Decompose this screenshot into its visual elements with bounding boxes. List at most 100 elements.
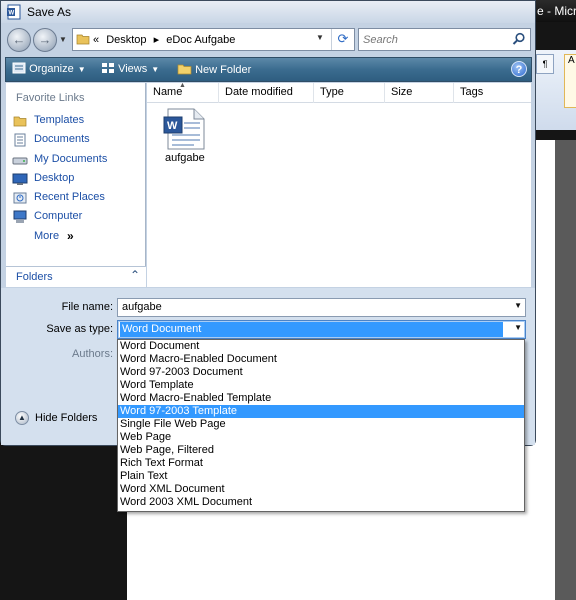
views-dropdown-icon: ▼	[151, 65, 160, 74]
background-gutter	[555, 140, 576, 600]
views-label: Views	[118, 63, 148, 75]
column-header-label: Size	[391, 86, 413, 98]
option-word-2003-xml-document[interactable]: Word 2003 XML Document	[118, 496, 524, 509]
option-single-file-web-page[interactable]: Single File Web Page	[118, 418, 524, 431]
sidebar-item-label: Desktop	[34, 172, 75, 184]
background-window-title: e - Micro	[537, 4, 576, 18]
option-web-page[interactable]: Web Page	[118, 431, 524, 444]
documents-icon	[14, 133, 26, 147]
sidebar-item-label: More	[34, 230, 60, 242]
sidebar-item-label: Recent Places	[34, 191, 105, 203]
column-header-tags[interactable]: Tags	[454, 83, 531, 103]
column-header-label: Type	[320, 86, 344, 98]
search-box[interactable]	[358, 28, 531, 51]
new-folder-icon	[177, 64, 192, 75]
column-header-type[interactable]: Type	[314, 83, 385, 103]
folder-icon	[76, 34, 90, 45]
desktop-icon	[12, 173, 28, 185]
chevron-up-icon: ▲	[15, 411, 29, 425]
sidebar-item-label: Documents	[34, 133, 90, 145]
recent-places-icon	[13, 192, 27, 204]
sidebar-item-more[interactable]: More »	[12, 228, 142, 246]
new-folder-button[interactable]: New Folder	[177, 62, 251, 76]
authors-label: Authors:	[72, 348, 113, 360]
file-name-value: aufgabe	[122, 301, 162, 313]
sidebar-item-templates[interactable]: Templates	[12, 112, 142, 130]
dialog-titlebar: W Save As	[1, 1, 535, 23]
column-header-date-modified[interactable]: Date modified	[219, 83, 314, 103]
command-toolbar: Organize ▼ Views ▼ New Folder ?	[5, 57, 532, 82]
column-header-size[interactable]: Size	[385, 83, 454, 103]
dialog-title: Save As	[27, 5, 72, 19]
more-chevron-icon: »	[67, 229, 74, 243]
sidebar-item-my-documents[interactable]: My Documents	[12, 151, 142, 169]
save-as-type-select[interactable]: Word Document ▼	[117, 320, 526, 339]
organize-label: Organize	[29, 63, 74, 75]
computer-icon	[13, 210, 27, 223]
option-word-macro-enabled-template[interactable]: Word Macro-Enabled Template	[118, 392, 524, 405]
navigation-bar: ← → ▼ « Desktop ▸ eDoc Aufgabe ▼ ⟳	[5, 25, 532, 55]
back-button[interactable]: ←	[7, 28, 31, 52]
save-as-type-label: Save as type:	[46, 323, 113, 335]
option-web-page-filtered[interactable]: Web Page, Filtered	[118, 444, 524, 457]
address-dropdown-icon[interactable]: ▼	[316, 33, 324, 42]
word-app-icon: W	[7, 4, 21, 20]
breadcrumb-separator-icon[interactable]: ▸	[154, 34, 160, 46]
address-bar[interactable]: « Desktop ▸ eDoc Aufgabe ▼ ⟳	[72, 28, 355, 51]
file-name-field[interactable]: aufgabe ▼	[117, 298, 526, 317]
option-word-template[interactable]: Word Template	[118, 379, 524, 392]
background-ribbon-button[interactable]: ¶	[536, 54, 554, 74]
sidebar-item-label: My Documents	[34, 153, 108, 165]
breadcrumb-prefix[interactable]: «	[93, 34, 99, 46]
search-input[interactable]	[363, 32, 503, 47]
save-as-type-value: Word Document	[120, 322, 503, 337]
search-icon[interactable]	[512, 32, 526, 46]
file-list-header: ▲ Name Date modified Type Size Tags	[147, 82, 531, 103]
sidebar-item-documents[interactable]: Documents	[12, 131, 142, 149]
sidebar-item-label: Computer	[34, 210, 83, 222]
breadcrumb: « Desktop ▸ eDoc Aufgabe	[93, 33, 239, 46]
option-plain-text[interactable]: Plain Text	[118, 470, 524, 483]
new-folder-label: New Folder	[195, 64, 252, 76]
breadcrumb-edoc-aufgabe[interactable]: eDoc Aufgabe	[166, 34, 235, 46]
refresh-icon[interactable]: ⟳	[331, 29, 354, 50]
word-document-icon: W	[163, 108, 205, 150]
views-button[interactable]: Views ▼	[101, 62, 159, 75]
sidebar-item-desktop[interactable]: Desktop	[12, 170, 142, 188]
column-header-name[interactable]: ▲ Name	[147, 82, 219, 103]
save-as-type-dropdown-list: Word Document Word Macro-Enabled Documen…	[117, 339, 525, 512]
option-rich-text-format[interactable]: Rich Text Format	[118, 457, 524, 470]
favorite-links-heading: Favorite Links	[16, 92, 85, 104]
forward-button[interactable]: →	[33, 28, 57, 52]
chevron-down-icon[interactable]: ▼	[514, 301, 522, 310]
file-name-label: File name:	[61, 301, 113, 313]
option-word-xml-document[interactable]: Word XML Document	[118, 483, 524, 496]
organize-icon	[12, 62, 26, 74]
sort-arrow-icon: ▲	[179, 82, 186, 89]
chevron-down-icon[interactable]: ▼	[514, 323, 522, 332]
navigation-pane: Favorite Links Templates Documents My Do…	[6, 83, 146, 287]
chevron-up-icon: ⌃	[130, 268, 141, 282]
help-icon[interactable]: ?	[511, 61, 527, 77]
sidebar-item-recent-places[interactable]: Recent Places	[12, 189, 142, 207]
background-style-box[interactable]: A	[564, 54, 576, 108]
file-list-pane: ▲ Name Date modified Type Size Tags W au…	[147, 82, 531, 287]
hide-folders-button[interactable]: ▲ Hide Folders	[15, 410, 115, 428]
hide-folders-label: Hide Folders	[35, 412, 98, 424]
option-word-97-2003-document[interactable]: Word 97-2003 Document	[118, 366, 524, 379]
views-icon	[102, 63, 114, 73]
breadcrumb-desktop[interactable]: Desktop	[106, 34, 146, 46]
column-header-label: Name	[153, 86, 183, 98]
drive-icon	[12, 157, 28, 165]
column-header-label: Date modified	[225, 86, 293, 98]
sidebar-item-computer[interactable]: Computer	[12, 208, 142, 226]
file-name-label[interactable]: aufgabe	[165, 152, 205, 164]
folders-label: Folders	[16, 271, 53, 283]
svg-text:W: W	[167, 120, 178, 132]
option-word-97-2003-template[interactable]: Word 97-2003 Template	[118, 405, 524, 418]
folders-toggle[interactable]: Folders ⌃	[6, 266, 146, 287]
recent-pages-dropdown[interactable]: ▼	[59, 35, 69, 45]
option-word-macro-enabled-document[interactable]: Word Macro-Enabled Document	[118, 353, 524, 366]
organize-button[interactable]: Organize ▼	[12, 62, 86, 75]
option-word-document[interactable]: Word Document	[118, 340, 524, 353]
